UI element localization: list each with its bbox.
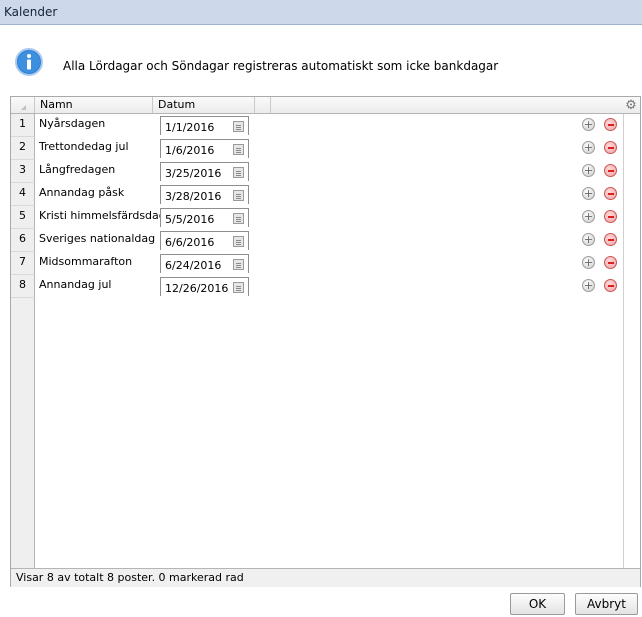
date-value: 3/28/2016	[165, 190, 222, 203]
row-number: 7	[11, 252, 35, 275]
status-text: Visar 8 av totalt 8 poster. 0 markerad r…	[16, 571, 244, 584]
table-row[interactable]: 8 Annandag jul 12/26/2016 +	[11, 275, 623, 298]
row-number: 4	[11, 183, 35, 206]
corner-arrow-icon	[21, 105, 26, 110]
date-value: 12/26/2016	[165, 282, 229, 295]
holiday-name[interactable]: Långfredagen	[39, 163, 115, 176]
table-row[interactable]: 2 Trettondedag jul 1/6/2016 +	[11, 137, 623, 160]
holiday-name[interactable]: Annandag påsk	[39, 186, 124, 199]
add-row-button[interactable]: +	[582, 210, 595, 223]
table-row[interactable]: 1 Nyårsdagen 1/1/2016 +	[11, 114, 623, 137]
ok-button[interactable]: OK	[510, 593, 565, 615]
remove-row-button[interactable]	[604, 210, 617, 223]
remove-row-button[interactable]	[604, 141, 617, 154]
add-row-button[interactable]: +	[582, 233, 595, 246]
row-number: 3	[11, 160, 35, 183]
column-header-empty[interactable]	[255, 97, 271, 113]
date-value: 5/5/2016	[165, 213, 215, 226]
calendar-icon[interactable]	[233, 190, 244, 201]
table-row[interactable]: 3 Långfredagen 3/25/2016 +	[11, 160, 623, 183]
info-icon	[15, 48, 43, 76]
row-number: 2	[11, 137, 35, 160]
date-value: 6/24/2016	[165, 259, 222, 272]
date-field[interactable]: 1/1/2016	[160, 116, 249, 135]
date-field[interactable]: 3/28/2016	[160, 185, 249, 204]
column-header-namn[interactable]: Namn	[35, 97, 153, 113]
info-banner: Alla Lördagar och Söndagar registreras a…	[0, 26, 642, 96]
date-value: 1/1/2016	[165, 121, 215, 134]
calendar-icon[interactable]	[233, 121, 244, 132]
holiday-name[interactable]: Annandag jul	[39, 278, 111, 291]
remove-row-button[interactable]	[604, 187, 617, 200]
gear-icon[interactable]: ⚙	[623, 98, 639, 113]
grid-header: Namn Datum ⚙	[11, 97, 640, 114]
grid-status-bar: Visar 8 av totalt 8 poster. 0 markerad r…	[11, 568, 640, 587]
window-titlebar: Kalender	[0, 0, 642, 25]
date-value: 1/6/2016	[165, 144, 215, 157]
grid-corner[interactable]	[11, 97, 35, 113]
date-field[interactable]: 5/5/2016	[160, 208, 249, 227]
row-number: 1	[11, 114, 35, 137]
remove-row-button[interactable]	[604, 279, 617, 292]
cancel-button[interactable]: Avbryt	[575, 593, 638, 615]
date-field[interactable]: 1/6/2016	[160, 139, 249, 158]
date-value: 3/25/2016	[165, 167, 222, 180]
info-message: Alla Lördagar och Söndagar registreras a…	[63, 59, 499, 73]
row-number: 6	[11, 229, 35, 252]
date-field[interactable]: 12/26/2016	[160, 277, 249, 296]
row-number: 5	[11, 206, 35, 229]
date-field[interactable]: 6/6/2016	[160, 231, 249, 250]
add-row-button[interactable]: +	[582, 141, 595, 154]
date-field[interactable]: 3/25/2016	[160, 162, 249, 181]
window-title: Kalender	[4, 5, 58, 19]
holiday-name[interactable]: Trettondedag jul	[39, 140, 129, 153]
calendar-icon[interactable]	[233, 213, 244, 224]
date-field[interactable]: 6/24/2016	[160, 254, 249, 273]
add-row-button[interactable]: +	[582, 164, 595, 177]
remove-row-button[interactable]	[604, 164, 617, 177]
table-row[interactable]: 7 Midsommarafton 6/24/2016 +	[11, 252, 623, 275]
holiday-name[interactable]: Sveriges nationaldag	[39, 232, 155, 245]
grid-right-strip	[623, 114, 640, 569]
add-row-button[interactable]: +	[582, 187, 595, 200]
calendar-icon[interactable]	[233, 236, 244, 247]
calendar-icon[interactable]	[233, 259, 244, 270]
holiday-grid: Namn Datum ⚙ 1 Nyårsdagen 1/1/2016 + 2 T…	[10, 96, 641, 587]
add-row-button[interactable]: +	[582, 256, 595, 269]
table-row[interactable]: 5 Kristi himmelsfärdsdag 5/5/2016 +	[11, 206, 623, 229]
calendar-icon[interactable]	[233, 167, 244, 178]
column-header-datum[interactable]: Datum	[153, 97, 255, 113]
remove-row-button[interactable]	[604, 233, 617, 246]
row-number: 8	[11, 275, 35, 298]
add-row-button[interactable]: +	[582, 279, 595, 292]
table-row[interactable]: 6 Sveriges nationaldag 6/6/2016 +	[11, 229, 623, 252]
add-row-button[interactable]: +	[582, 118, 595, 131]
holiday-name[interactable]: Midsommarafton	[39, 255, 132, 268]
remove-row-button[interactable]	[604, 118, 617, 131]
holiday-name[interactable]: Nyårsdagen	[39, 117, 105, 130]
calendar-icon[interactable]	[233, 144, 244, 155]
calendar-icon[interactable]	[233, 282, 244, 293]
remove-row-button[interactable]	[604, 256, 617, 269]
holiday-name[interactable]: Kristi himmelsfärdsdag	[39, 209, 166, 222]
table-row[interactable]: 4 Annandag påsk 3/28/2016 +	[11, 183, 623, 206]
date-value: 6/6/2016	[165, 236, 215, 249]
